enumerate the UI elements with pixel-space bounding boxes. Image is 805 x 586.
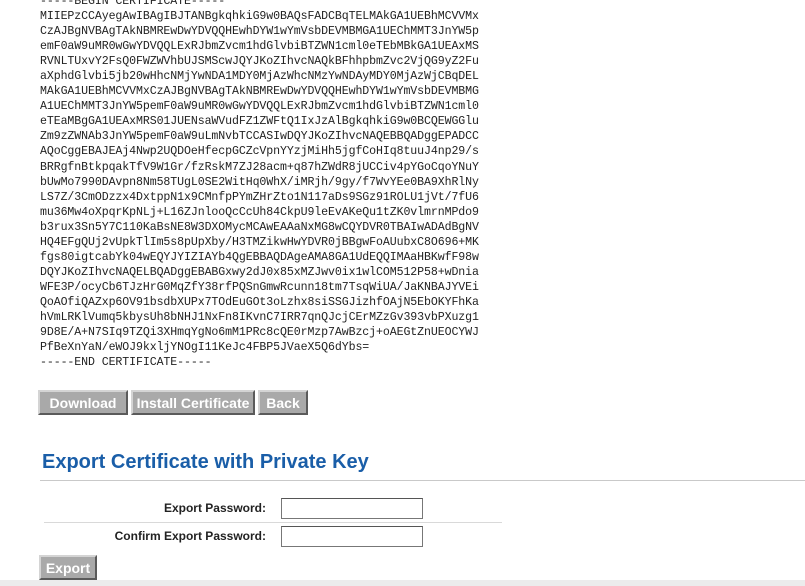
section-divider — [40, 480, 805, 481]
confirm-password-field[interactable] — [281, 526, 423, 547]
export-section-title: Export Certificate with Private Key — [42, 451, 369, 473]
certificate-pem-text: -----BEGIN CERTIFICATE----- MIIEPzCCAyeg… — [40, 0, 479, 370]
download-button[interactable]: Download — [38, 390, 128, 415]
form-row-divider — [44, 522, 502, 523]
export-password-label: Export Password: — [163, 501, 266, 515]
back-button[interactable]: Back — [258, 390, 308, 415]
export-button[interactable]: Export — [39, 555, 97, 580]
certificate-actions: Download Install Certificate Back — [38, 390, 308, 415]
export-password-field[interactable] — [281, 498, 423, 519]
confirm-password-label: Confirm Export Password: — [114, 529, 266, 543]
page-footer-strip — [0, 580, 805, 586]
install-certificate-button[interactable]: Install Certificate — [131, 390, 255, 415]
